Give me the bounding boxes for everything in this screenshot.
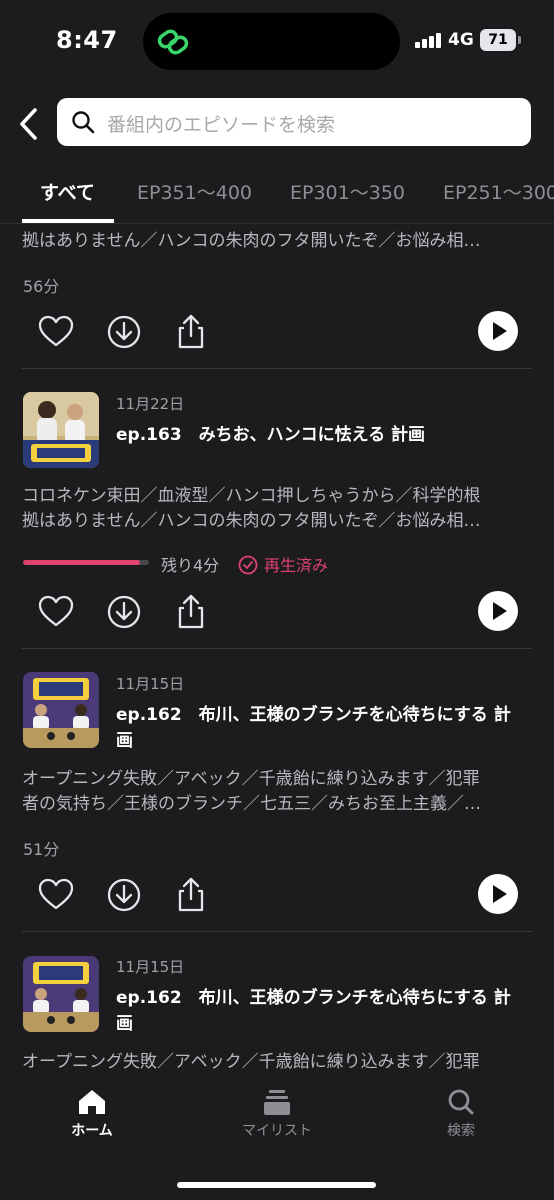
played-label: 再生済み [264, 556, 329, 575]
share-icon[interactable] [171, 875, 211, 915]
episode-title[interactable]: ep.162 布川、王様のブランチを心待ちにする 計 画 [116, 985, 526, 1037]
favorite-heart-icon[interactable] [36, 592, 76, 632]
download-icon[interactable] [104, 592, 144, 632]
status-time: 8:47 [56, 26, 118, 54]
app-link-icon [157, 29, 189, 55]
download-icon[interactable] [104, 875, 144, 915]
network-type: 4G [448, 30, 474, 50]
episode-thumbnail-art [23, 956, 99, 1032]
episode-date: 11月22日 [116, 395, 185, 413]
nav-search-label: 検索 [447, 1123, 475, 1139]
divider [22, 648, 532, 649]
share-icon[interactable] [171, 312, 211, 352]
episode-description: コロネケン束田／血液型／ハンコ押しちゃうから／科学的根 拠はありません／ハンコの… [22, 486, 481, 531]
search-placeholder: 番組内のエピソードを検索 [107, 114, 336, 136]
episode-date: 11月15日 [116, 958, 185, 976]
episode-thumbnail[interactable] [23, 672, 99, 748]
play-button[interactable] [478, 591, 518, 631]
episode-title[interactable]: ep.163 みちお、ハンコに怯える 計画 [116, 422, 526, 448]
episode-thumbnail-art [23, 672, 99, 748]
dynamic-island [143, 13, 400, 70]
play-button[interactable] [478, 874, 518, 914]
mylist-icon [264, 1090, 290, 1115]
playback-progress-bar [23, 560, 149, 565]
nav-search[interactable]: 検索 [401, 1088, 521, 1140]
home-indicator[interactable] [177, 1182, 376, 1188]
episode-search-input[interactable]: 番組内のエピソードを検索 [57, 98, 531, 146]
tab-ep301-350[interactable]: EP301〜350 [290, 178, 405, 205]
episode-duration: 56分 [23, 277, 60, 296]
search-icon [72, 111, 95, 134]
nav-mylist-label: マイリスト [242, 1123, 312, 1139]
divider [22, 368, 532, 369]
check-circle-icon [238, 555, 258, 575]
episode-range-tabs: すべて EP351〜400 EP301〜350 EP251〜300 [0, 168, 554, 224]
nav-mylist[interactable]: マイリスト [217, 1088, 337, 1140]
episode-thumbnail-art [23, 392, 99, 468]
episode-title[interactable]: ep.162 布川、王様のブランチを心待ちにする 計 画 [116, 702, 526, 754]
episode-list[interactable]: 拠はありません／ハンコの朱肉のフタ開いたぞ／お悩み相… 56分 11月22日 e… [0, 225, 554, 1070]
nav-home[interactable]: ホーム [32, 1088, 152, 1140]
episode-description: 拠はありません／ハンコの朱肉のフタ開いたぞ／お悩み相… [22, 231, 481, 251]
tab-ep351-400[interactable]: EP351〜400 [137, 178, 252, 205]
played-status: 再生済み [238, 552, 328, 576]
episode-description: オープニング失敗／アベック／千歳飴に練り込みます／犯罪 者の気持ち／王様のブラン… [22, 769, 481, 814]
nav-home-label: ホーム [71, 1123, 113, 1139]
playback-progress-fill [23, 560, 141, 565]
share-icon[interactable] [171, 592, 211, 632]
time-remaining: 残り4分 [161, 556, 220, 575]
episode-description: オープニング失敗／アベック／千歳飴に練り込みます／犯罪 [22, 1052, 480, 1070]
home-icon [79, 1090, 105, 1114]
cellular-signal-icon [415, 33, 441, 48]
favorite-heart-icon[interactable] [36, 312, 76, 352]
tab-ep251-300[interactable]: EP251〜300 [443, 178, 554, 205]
download-icon[interactable] [104, 312, 144, 352]
bottom-navigation: ホーム マイリスト 検索 [0, 1070, 554, 1200]
divider [22, 931, 532, 932]
search-icon [448, 1089, 474, 1115]
status-bar: 8:47 4G 71 [0, 0, 554, 84]
episode-thumbnail[interactable] [23, 392, 99, 468]
back-arrow-icon[interactable] [14, 104, 46, 144]
episode-date: 11月15日 [116, 675, 185, 693]
tab-all[interactable]: すべて [40, 178, 95, 205]
episode-thumbnail[interactable] [23, 956, 99, 1032]
episode-duration: 51分 [23, 840, 60, 859]
play-button[interactable] [478, 311, 518, 351]
battery-indicator: 71 [480, 29, 521, 51]
favorite-heart-icon[interactable] [36, 875, 76, 915]
active-tab-indicator [22, 219, 114, 223]
